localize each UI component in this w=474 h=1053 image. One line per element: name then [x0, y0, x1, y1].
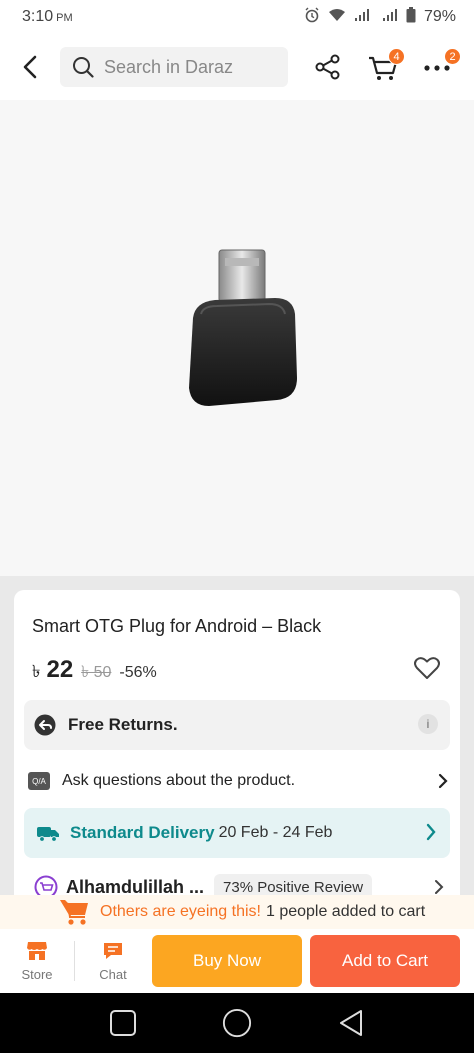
eyeing-count-text: 1 people added to cart — [265, 903, 426, 920]
bottom-action-bar: Store Chat Buy Now Add to Cart — [0, 929, 474, 993]
store-button[interactable]: Store — [0, 933, 74, 989]
heart-icon — [414, 657, 440, 679]
cart-button[interactable]: 4 — [366, 48, 406, 84]
chevron-right-icon — [438, 773, 448, 789]
chevron-right-icon — [435, 880, 444, 894]
share-button[interactable] — [312, 50, 344, 84]
store-label: Store — [21, 966, 53, 982]
price-value: 22 — [46, 656, 74, 683]
store-icon — [27, 941, 47, 960]
delivery-truck-icon — [37, 827, 59, 842]
delivery-dates: 20 Feb - 24 Feb — [218, 824, 333, 841]
status-bar: 3:10 PM 79% — [0, 0, 474, 34]
free-returns-label: Free Returns. — [68, 715, 178, 734]
search-icon — [73, 57, 94, 78]
back-arrow-icon — [23, 55, 37, 79]
eyeing-highlight: Others are eyeing this! — [100, 903, 261, 920]
alarm-icon — [304, 7, 320, 28]
qa-label: Ask questions about the product. — [62, 772, 296, 789]
wifi-icon — [328, 8, 346, 27]
free-returns-row[interactable]: Free Returns. i — [24, 700, 450, 750]
top-bar: 4 2 — [0, 34, 474, 100]
status-icons: 79% — [304, 6, 456, 28]
status-ampm: PM — [56, 12, 73, 24]
search-box[interactable] — [60, 47, 288, 87]
current-price: ৳ 22 — [32, 656, 73, 687]
cart-count-badge: 4 — [388, 48, 405, 65]
original-price: ৳ 50 — [81, 664, 112, 681]
system-back-button[interactable] — [336, 1008, 366, 1038]
return-icon — [34, 714, 56, 736]
info-icon[interactable]: i — [418, 714, 438, 734]
chat-label: Chat — [99, 966, 127, 982]
chat-button[interactable]: Chat — [76, 933, 150, 989]
bottom-divider — [74, 941, 75, 981]
buy-now-button[interactable]: Buy Now — [152, 935, 302, 987]
status-time: 3:10 PM — [22, 8, 73, 26]
product-image[interactable] — [0, 100, 474, 576]
discount-label: -56% — [119, 664, 157, 681]
recent-apps-button[interactable] — [108, 1008, 138, 1038]
delivery-row[interactable]: Standard Delivery 20 Feb - 24 Feb — [24, 808, 450, 858]
qa-row[interactable]: Q/A Ask questions about the product. — [28, 766, 448, 796]
share-icon — [315, 54, 340, 80]
price-row: ৳ 22 ৳ 50 -56% — [32, 656, 157, 687]
back-triangle-icon — [340, 1010, 362, 1036]
chevron-right-icon — [426, 823, 436, 841]
qa-icon: Q/A — [28, 772, 50, 790]
recent-apps-icon — [110, 1010, 136, 1036]
signal-icon-2 — [382, 8, 398, 27]
others-eyeing-banner: Others are eyeing this! 1 people added t… — [0, 895, 474, 929]
more-dots-icon — [424, 65, 450, 71]
home-circle-icon — [222, 1008, 252, 1038]
search-input[interactable] — [104, 56, 274, 78]
add-to-cart-button[interactable]: Add to Cart — [310, 935, 460, 987]
more-menu-button[interactable]: 2 — [420, 48, 464, 84]
system-nav-bar — [0, 993, 474, 1053]
chat-icon — [104, 942, 122, 959]
battery-icon — [406, 6, 416, 28]
battery-percent: 79% — [423, 8, 456, 25]
product-title: Smart OTG Plug for Android – Black — [32, 616, 322, 636]
home-button[interactable] — [222, 1008, 252, 1038]
more-count-badge: 2 — [444, 48, 461, 65]
status-time-value: 3:10 — [22, 8, 54, 25]
shopping-cart-icon — [60, 900, 88, 925]
product-info-card: Smart OTG Plug for Android – Black ৳ 22 ৳… — [14, 590, 460, 910]
otg-adapter-image — [189, 249, 297, 406]
delivery-label: Standard Delivery — [70, 823, 215, 842]
signal-icon — [354, 8, 374, 27]
currency-symbol: ৳ — [32, 662, 41, 681]
wishlist-button[interactable] — [414, 656, 442, 682]
back-button[interactable] — [0, 34, 60, 100]
